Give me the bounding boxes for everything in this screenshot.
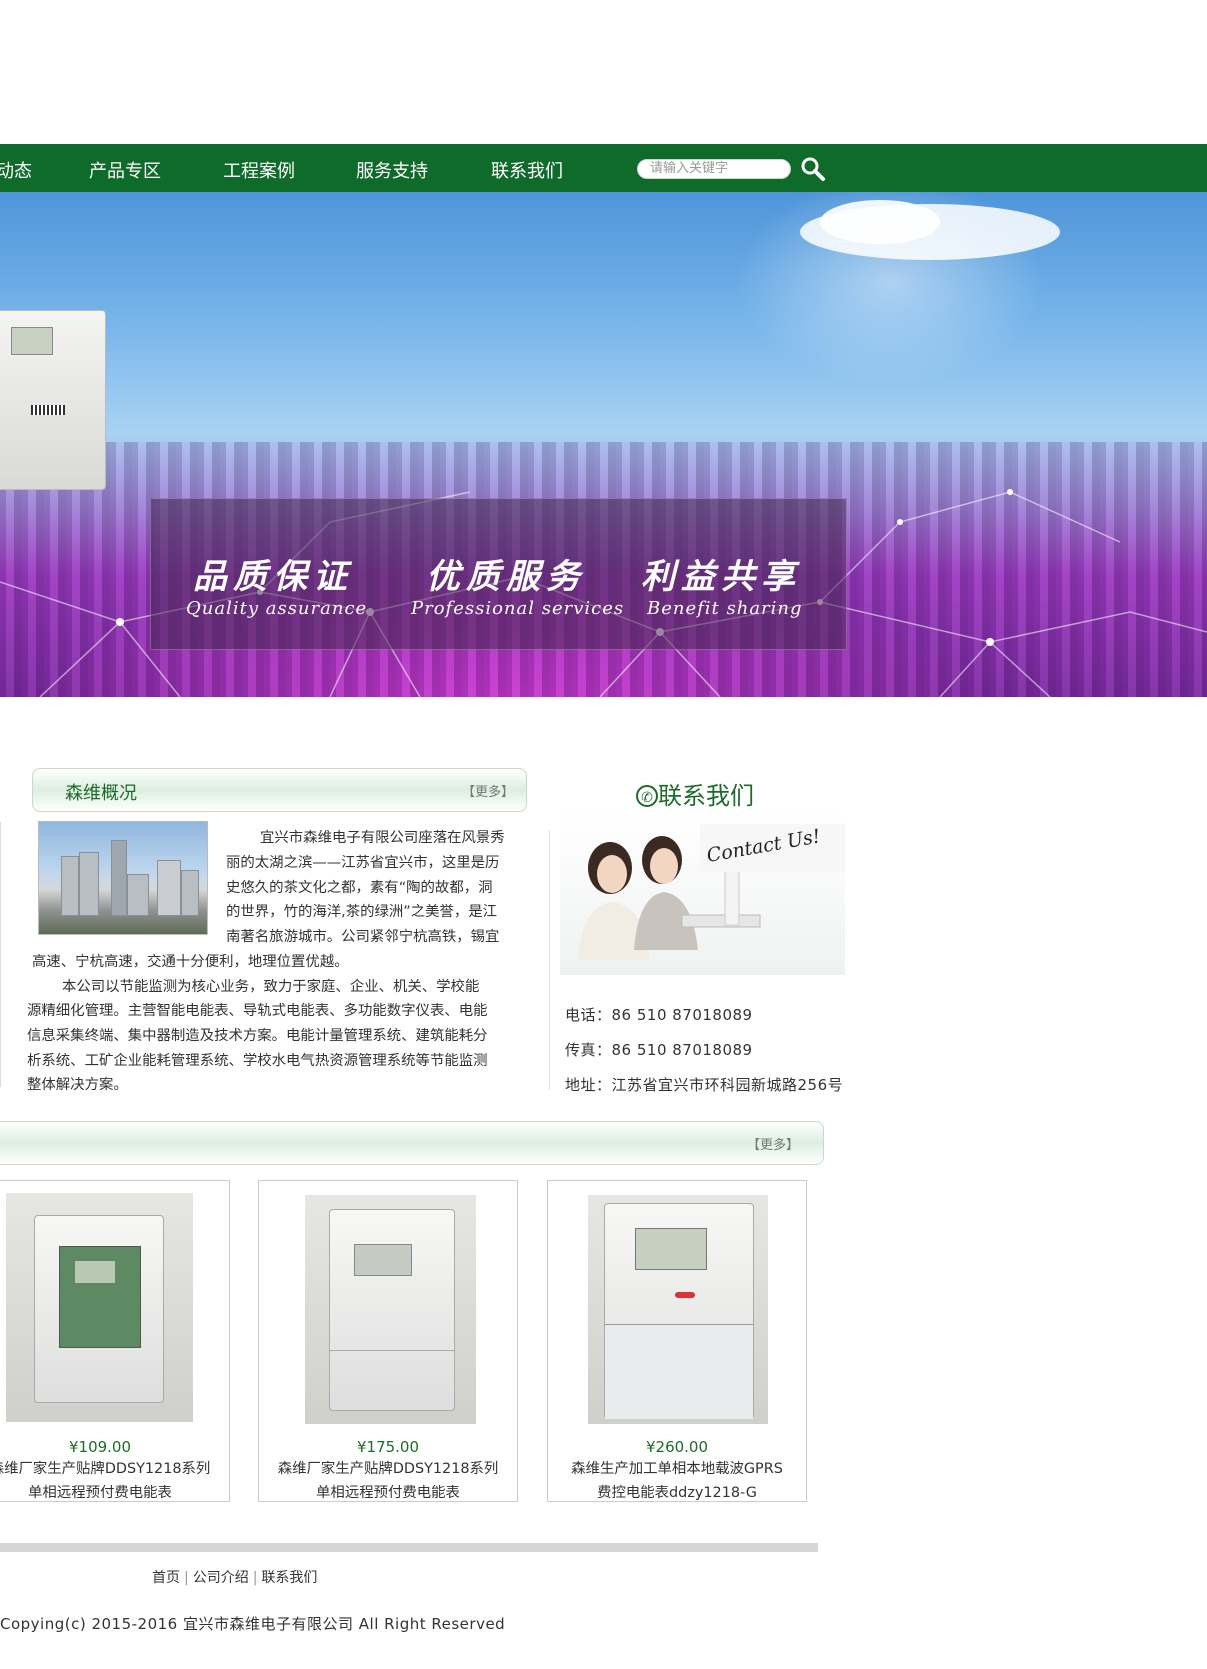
overview-text-line: 宜兴市森维电子有限公司座落在风景秀 bbox=[260, 830, 505, 846]
overview-text-line: 高速、宁杭高速，交通十分便利，地理位置优越。 bbox=[32, 954, 349, 970]
customer-service-image: Contact Us! bbox=[560, 810, 845, 975]
contact-address: 地址：江苏省宜兴市环科园新城路256号 bbox=[565, 1076, 844, 1094]
divider bbox=[0, 822, 1, 1087]
nav-item-projects[interactable]: 工程案例 bbox=[223, 157, 295, 183]
overview-text-line: 本公司以节能监测为核心业务，致力于家庭、企业、机关、学校能 bbox=[62, 979, 480, 995]
company-buildings-image bbox=[38, 821, 208, 935]
contact-title: ✆ 联系我们 bbox=[636, 776, 754, 811]
product-name[interactable]: 单相远程预付费电能表 bbox=[259, 1481, 517, 1502]
slogan-benefit-en: Benefit sharing bbox=[647, 598, 803, 619]
footer-divider bbox=[0, 1543, 818, 1552]
search-icon[interactable] bbox=[800, 156, 826, 182]
product-card[interactable]: ¥109.00 森维厂家生产贴牌DDSY1218系列 单相远程预付费电能表 bbox=[0, 1180, 230, 1502]
product-name[interactable]: 费控电能表ddzy1218-G bbox=[548, 1481, 806, 1502]
product-image[interactable] bbox=[6, 1193, 193, 1422]
main-nav: 动态 产品专区 工程案例 服务支持 联系我们 请输入关键字 bbox=[0, 144, 1207, 192]
overview-title: 森维概况 bbox=[65, 783, 137, 804]
product-card[interactable]: ¥260.00 森维生产加工单相本地载波GPRS 费控电能表ddzy1218-G bbox=[547, 1180, 807, 1502]
footer-link-about[interactable]: 公司介绍 bbox=[193, 1570, 249, 1586]
product-name[interactable]: 单相远程预付费电能表 bbox=[0, 1481, 229, 1502]
divider bbox=[549, 830, 550, 1090]
product-name[interactable]: 森维厂家生产贴牌DDSY1218系列 bbox=[0, 1457, 229, 1478]
product-card[interactable]: ¥175.00 森维厂家生产贴牌DDSY1218系列 单相远程预付费电能表 bbox=[258, 1180, 518, 1502]
slogan-service-cn: 优质服务 bbox=[426, 557, 586, 597]
product-name[interactable]: 森维厂家生产贴牌DDSY1218系列 bbox=[259, 1457, 517, 1478]
nav-item-products[interactable]: 产品专区 bbox=[89, 157, 161, 183]
products-header: 【更多】 bbox=[0, 1121, 824, 1165]
product-price: ¥109.00 bbox=[68, 1438, 132, 1456]
product-price: ¥175.00 bbox=[356, 1438, 420, 1456]
slogan-quality-en: Quality assurance bbox=[186, 598, 368, 619]
overview-text-line: 的世界，竹的海洋,茶的绿洲”之美誉，是江 bbox=[226, 904, 498, 920]
products-more-link[interactable]: 【更多】 bbox=[747, 1134, 799, 1153]
product-price: ¥260.00 bbox=[645, 1438, 709, 1456]
search-input[interactable]: 请输入关键字 bbox=[637, 159, 791, 179]
product-name[interactable]: 森维生产加工单相本地载波GPRS bbox=[548, 1457, 806, 1478]
overview-more-link[interactable]: 【更多】 bbox=[462, 781, 514, 800]
overview-text-line: 析系统、工矿企业能耗管理系统、学校水电气热资源管理系统等节能监测 bbox=[27, 1053, 488, 1069]
overview-text-line: 信息采集终端、集中器制造及技术方案。电能计量管理系统、建筑能耗分 bbox=[27, 1028, 488, 1044]
overview-text-line: 南著名旅游城市。公司紧邻宁杭高铁，锡宜 bbox=[226, 929, 500, 945]
nav-item-service[interactable]: 服务支持 bbox=[356, 157, 428, 183]
slogan-benefit-cn: 利益共享 bbox=[641, 557, 801, 597]
nav-item-contact[interactable]: 联系我们 bbox=[491, 157, 563, 183]
slogan-service-en: Professional services bbox=[411, 598, 625, 619]
electric-meter-image bbox=[0, 310, 106, 490]
footer-link-contact[interactable]: 联系我们 bbox=[261, 1570, 317, 1586]
overview-text-line: 源精细化管理。主营智能电能表、导轨式电能表、多功能数字仪表、电能 bbox=[27, 1003, 488, 1019]
product-image[interactable] bbox=[305, 1195, 476, 1424]
overview-text-line: 整体解决方案。 bbox=[27, 1077, 128, 1093]
copyright: Copying(c) 2015-2016 宜兴市森维电子有限公司 All Rig… bbox=[0, 1615, 506, 1633]
overview-text-line: 史悠久的茶文化之都，素有“陶的故都，洞 bbox=[226, 880, 493, 896]
footer-separator: | bbox=[184, 1570, 189, 1586]
phone-icon: ✆ bbox=[636, 785, 658, 807]
nav-item-news[interactable]: 动态 bbox=[0, 157, 32, 183]
hero-banner: 品质保证 Quality assurance 优质服务 Professional… bbox=[0, 192, 1207, 697]
footer-link-home[interactable]: 首页 bbox=[152, 1570, 180, 1586]
contact-phone: 电话：86 510 87018089 bbox=[565, 1006, 753, 1024]
footer-separator: | bbox=[252, 1570, 258, 1586]
overview-text-line: 丽的太湖之滨——江苏省宜兴市，这里是历 bbox=[226, 855, 500, 871]
contact-fax: 传真：86 510 87018089 bbox=[565, 1041, 753, 1059]
overview-header: 森维概况 【更多】 bbox=[32, 768, 527, 812]
slogan-quality-cn: 品质保证 bbox=[193, 557, 353, 597]
footer-links: 首页 | 公司介绍 | 联系我们 bbox=[152, 1567, 317, 1587]
product-image[interactable] bbox=[588, 1195, 768, 1424]
slogan-panel: 品质保证 Quality assurance 优质服务 Professional… bbox=[150, 498, 847, 650]
